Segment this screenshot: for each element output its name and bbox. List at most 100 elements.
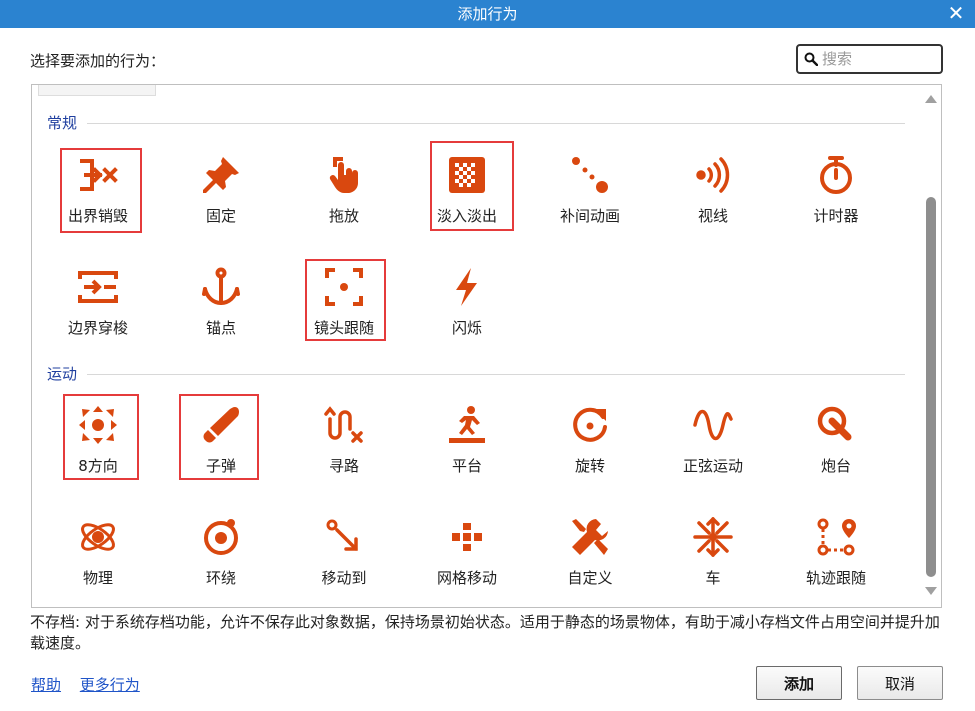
drag-hand-icon: [324, 155, 364, 195]
behavior-label: 平台: [451, 457, 482, 475]
sine-icon: [693, 405, 733, 445]
tile-movement-icon: [447, 517, 487, 557]
close-icon[interactable]: ✕: [945, 2, 967, 24]
behavior-label: 移动到: [321, 569, 367, 587]
behavior-label: 寻路: [328, 457, 359, 475]
orbit-icon: [201, 517, 241, 557]
behavior-item-pin[interactable]: 固定: [166, 147, 276, 239]
scroll-down-arrow-icon[interactable]: [925, 587, 937, 595]
window-title: 添加行为: [457, 5, 518, 23]
follow-path-icon: [816, 517, 856, 557]
behavior-item-8-direction[interactable]: 8方向: [43, 397, 153, 489]
behavior-label: 子弹: [205, 457, 236, 475]
behavior-label: 计时器: [813, 207, 859, 225]
platform-icon: [447, 405, 487, 445]
scroll-to-icon: [324, 267, 364, 307]
bullet-icon: [201, 405, 241, 445]
behavior-label: 正弦运动: [682, 457, 743, 475]
behavior-item-drag-drop[interactable]: 拖放: [289, 147, 399, 239]
behavior-item-platform[interactable]: 平台: [412, 397, 522, 489]
behavior-label: 8方向: [78, 457, 118, 475]
behavior-label: 锚点: [205, 319, 236, 337]
more-behaviors-link[interactable]: 更多行为: [80, 676, 140, 694]
behavior-item-car[interactable]: 车: [658, 509, 768, 601]
behavior-item-move-to[interactable]: 移动到: [289, 509, 399, 601]
prompt-label: 选择要添加的行为：: [30, 52, 166, 70]
pin-icon: [201, 155, 241, 195]
behavior-item-turret[interactable]: 炮台: [781, 397, 891, 489]
behavior-item-flash[interactable]: 闪烁: [412, 259, 522, 351]
behavior-label: 物理: [82, 569, 113, 587]
behavior-label: 出界销毁: [67, 207, 128, 225]
anchor-icon: [201, 267, 241, 307]
behavior-item-rotate[interactable]: 旋转: [535, 397, 645, 489]
vertical-scrollbar[interactable]: [921, 85, 941, 607]
behavior-item-anchor[interactable]: 锚点: [166, 259, 276, 351]
custom-tools-icon: [570, 517, 610, 557]
behavior-label: 旋转: [574, 457, 605, 475]
section-title: 常规: [47, 112, 84, 133]
behavior-item-exit-destroy[interactable]: 出界销毁: [43, 147, 153, 239]
exit-destroy-icon: [78, 155, 118, 195]
behavior-label: 镜头跟随: [313, 319, 374, 337]
car-icon: [693, 517, 733, 557]
help-link[interactable]: 帮助: [31, 676, 61, 694]
behavior-item-pathfinding[interactable]: 寻路: [289, 397, 399, 489]
footer-links: 帮助 更多行为: [31, 674, 154, 695]
behavior-item-custom[interactable]: 自定义: [535, 509, 645, 601]
section-header-movement: 运动: [47, 363, 905, 384]
move-to-icon: [324, 517, 364, 557]
previous-item-stub: [38, 85, 156, 96]
behavior-label: 网格移动: [436, 569, 497, 587]
behavior-item-sine[interactable]: 正弦运动: [658, 397, 768, 489]
behavior-item-tween[interactable]: 补间动画: [535, 147, 645, 239]
pathfinding-icon: [324, 405, 364, 445]
search-input[interactable]: [822, 49, 934, 69]
wrap-icon: [78, 267, 118, 307]
behavior-item-physics[interactable]: 物理: [43, 509, 153, 601]
section-title: 运动: [47, 363, 84, 384]
behavior-item-bullet[interactable]: 子弹: [166, 397, 276, 489]
behavior-item-follow-path[interactable]: 轨迹跟随: [781, 509, 891, 601]
section-header-general: 常规: [47, 112, 905, 133]
behavior-item-fade[interactable]: 淡入淡出: [412, 147, 522, 239]
add-button[interactable]: 添加: [756, 666, 842, 700]
behavior-label: 拖放: [328, 207, 359, 225]
behavior-item-wrap[interactable]: 边界穿梭: [43, 259, 153, 351]
behavior-label: 补间动画: [559, 207, 620, 225]
eight-direction-icon: [78, 405, 118, 445]
scroll-up-arrow-icon[interactable]: [925, 95, 937, 103]
section-divider: [87, 374, 905, 375]
behavior-label: 轨迹跟随: [805, 569, 866, 587]
turret-icon: [816, 405, 856, 445]
flash-icon: [447, 267, 487, 307]
fade-icon: [447, 155, 487, 195]
behavior-label: 闪烁: [451, 319, 482, 337]
behavior-label: 固定: [205, 207, 236, 225]
search-icon: [804, 52, 818, 66]
behavior-label: 炮台: [820, 457, 851, 475]
line-of-sight-icon: [693, 155, 733, 195]
tween-icon: [570, 155, 610, 195]
behavior-item-timer[interactable]: 计时器: [781, 147, 891, 239]
behavior-list[interactable]: 常规 运动 出界销毁 固定 拖放 淡入淡出 补间动画 视线 计时器 边界穿梭 锚…: [31, 84, 942, 608]
title-bar: 添加行为 ✕: [0, 0, 975, 28]
behavior-item-tile-movement[interactable]: 网格移动: [412, 509, 522, 601]
behavior-label: 视线: [697, 207, 728, 225]
behavior-label: 边界穿梭: [67, 319, 128, 337]
behavior-label: 自定义: [567, 569, 613, 587]
stopwatch-icon: [816, 155, 856, 195]
behavior-item-line-of-sight[interactable]: 视线: [658, 147, 768, 239]
section-divider: [87, 123, 905, 124]
cancel-button[interactable]: 取消: [857, 666, 943, 700]
physics-icon: [78, 517, 118, 557]
rotate-icon: [570, 405, 610, 445]
behavior-description: 不存档: 对于系统存档功能，允许不保存此对象数据，保持场景初始状态。适用于静态的…: [30, 613, 940, 652]
search-box[interactable]: [796, 44, 943, 74]
behavior-item-orbit[interactable]: 环绕: [166, 509, 276, 601]
behavior-label: 环绕: [205, 569, 236, 587]
behavior-item-scroll-to[interactable]: 镜头跟随: [289, 259, 399, 351]
behavior-label: 车: [705, 569, 721, 587]
scroll-thumb[interactable]: [926, 197, 936, 577]
behavior-label: 淡入淡出: [436, 207, 497, 225]
